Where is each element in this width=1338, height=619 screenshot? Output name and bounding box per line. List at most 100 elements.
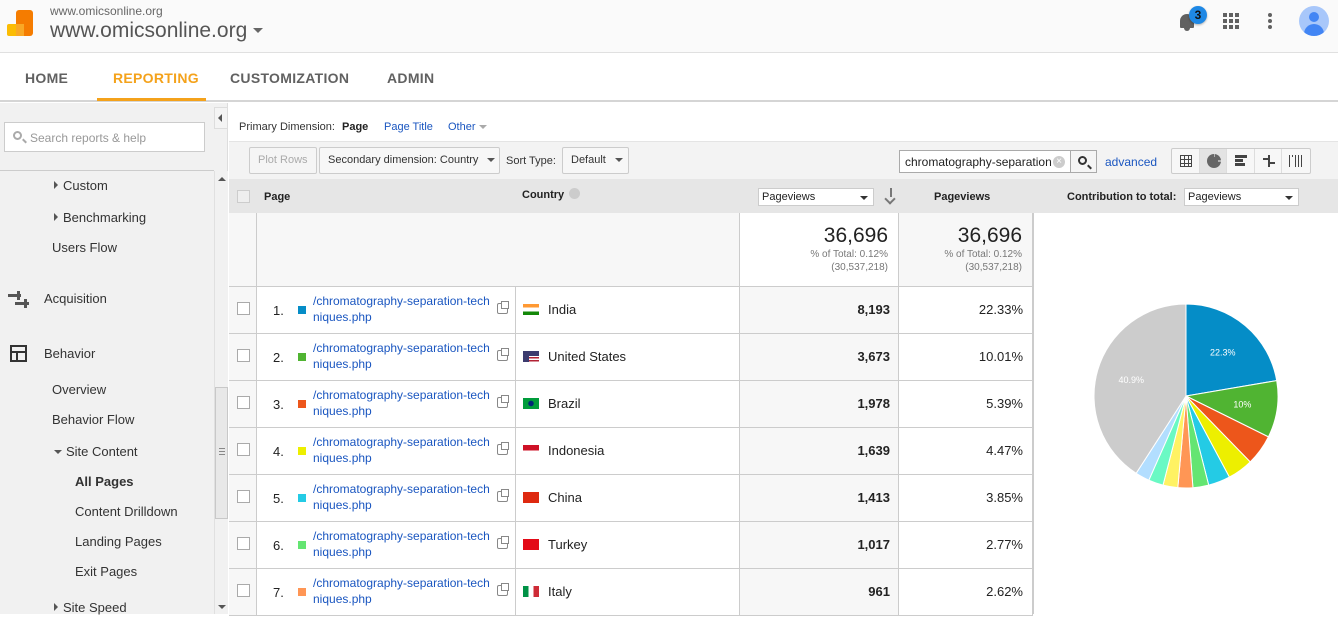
page-link[interactable]: /chromatography-separation-techniques.ph… (313, 481, 493, 513)
scroll-down-icon[interactable] (218, 605, 226, 609)
sidebar-item-overview[interactable]: Overview (52, 382, 106, 397)
comparison-view-button[interactable] (1255, 149, 1283, 173)
metric-select-value: Pageviews (762, 191, 816, 203)
country-name[interactable]: China (548, 490, 582, 505)
country-name[interactable]: United States (548, 349, 626, 364)
column-header-page[interactable]: Page (264, 191, 290, 203)
avatar[interactable] (1299, 6, 1329, 36)
external-link-icon[interactable] (497, 348, 509, 361)
sidebar-scrollbar[interactable] (214, 171, 228, 614)
scrollbar-thumb[interactable] (215, 387, 228, 519)
analytics-logo[interactable] (7, 10, 33, 36)
sidebar-item-all-pages[interactable]: All Pages (75, 474, 134, 489)
remove-dimension-icon[interactable] (569, 188, 581, 199)
sidebar-item-exit-pages[interactable]: Exit Pages (75, 564, 137, 579)
country-name[interactable]: Turkey (548, 537, 587, 552)
row-checkbox[interactable] (237, 443, 250, 456)
filter-search-button[interactable] (1070, 150, 1097, 173)
row-number: 4. (273, 444, 284, 459)
sidebar-item-label: Benchmarking (63, 210, 147, 225)
table-filter-input[interactable]: chromatography-separation × (899, 150, 1097, 173)
metric-select[interactable]: Pageviews (758, 188, 874, 206)
chevron-down-icon (860, 196, 868, 200)
page-link[interactable]: /chromatography-separation-techniques.ph… (313, 293, 493, 325)
row-checkbox[interactable] (237, 537, 250, 550)
apps-grid-icon[interactable] (1223, 13, 1239, 29)
percentage-view-button[interactable] (1199, 149, 1228, 173)
property-selector[interactable]: www.omicsonline.org (50, 19, 247, 43)
secondary-dimension-select[interactable]: Secondary dimension: Country (319, 147, 500, 174)
pivot-view-button[interactable] (1282, 149, 1310, 173)
row-checkbox[interactable] (237, 302, 250, 315)
sidebar-item-behavior-flow[interactable]: Behavior Flow (52, 412, 134, 427)
external-link-icon[interactable] (497, 536, 509, 549)
performance-view-button[interactable] (1227, 149, 1255, 173)
pageviews-value: 1,978 (740, 381, 899, 427)
chevron-down-icon[interactable] (479, 125, 487, 129)
kebab-menu-icon[interactable] (1268, 13, 1272, 29)
row-checkbox-cell (229, 522, 257, 568)
tab-customization[interactable]: CUSTOMIZATION (230, 70, 349, 86)
country-name[interactable]: India (548, 302, 576, 317)
page-link[interactable]: /chromatography-separation-techniques.ph… (313, 528, 493, 560)
external-link-icon[interactable] (497, 301, 509, 314)
contribution-select[interactable]: Pageviews (1184, 188, 1299, 206)
tab-reporting[interactable]: REPORTING (113, 70, 199, 86)
external-link-icon[interactable] (497, 442, 509, 455)
row-number: 2. (273, 350, 284, 365)
country-name[interactable]: Indonesia (548, 443, 604, 458)
row-checkbox[interactable] (237, 396, 250, 409)
tab-home[interactable]: HOME (25, 70, 68, 86)
sort-type-select[interactable]: Default (562, 147, 629, 174)
row-number: 5. (273, 491, 284, 506)
external-link-icon[interactable] (497, 489, 509, 502)
sidebar-item-content-drilldown[interactable]: Content Drilldown (75, 504, 178, 519)
plot-rows-button[interactable]: Plot Rows (249, 147, 317, 174)
caret-right-icon (54, 213, 58, 221)
sort-descending-icon[interactable] (885, 188, 897, 202)
pivot-icon (1289, 155, 1303, 167)
sidebar-item-behavior[interactable]: Behavior (44, 346, 95, 361)
scroll-up-icon[interactable] (218, 177, 226, 181)
pageviews-value: 3,673 (740, 334, 899, 380)
tab-admin[interactable]: ADMIN (387, 70, 434, 86)
column-header-country[interactable]: Country (522, 188, 581, 201)
country-name[interactable]: Brazil (548, 396, 581, 411)
row-checkbox[interactable] (237, 584, 250, 597)
row-checkbox[interactable] (237, 349, 250, 362)
data-view-button[interactable] (1172, 149, 1200, 173)
page-link[interactable]: /chromatography-separation-techniques.ph… (313, 340, 493, 372)
row-checkbox[interactable] (237, 490, 250, 503)
sidebar-item-site-content[interactable]: Site Content (54, 444, 138, 459)
row-number: 3. (273, 397, 284, 412)
primary-dimension-other[interactable]: Other (448, 121, 476, 133)
page-link[interactable]: /chromatography-separation-techniques.ph… (313, 387, 493, 419)
sidebar-item-benchmarking[interactable]: Benchmarking (54, 210, 146, 225)
sidebar-item-custom[interactable]: Custom (54, 178, 108, 193)
pageviews-value: 961 (740, 569, 899, 615)
search-input[interactable]: Search reports & help (4, 122, 205, 152)
notification-badge[interactable]: 3 (1189, 6, 1207, 24)
sidebar-item-acquisition[interactable]: Acquisition (44, 291, 107, 306)
table-row: 4. /chromatography-separation-techniques.… (229, 428, 1033, 475)
summary-total: 36,696 (823, 224, 888, 247)
contribution-pct: 2.77% (899, 522, 1033, 568)
clear-filter-icon[interactable]: × (1053, 156, 1065, 168)
primary-dimension-page[interactable]: Page (342, 121, 368, 133)
country-name[interactable]: Italy (548, 584, 572, 599)
chevron-down-icon[interactable] (253, 28, 263, 33)
sidebar-item-landing-pages[interactable]: Landing Pages (75, 534, 162, 549)
sidebar-item-users-flow[interactable]: Users Flow (52, 240, 117, 255)
column-header-pageviews[interactable]: Pageviews (934, 191, 990, 203)
page-link[interactable]: /chromatography-separation-techniques.ph… (313, 434, 493, 466)
external-link-icon[interactable] (497, 583, 509, 596)
sidebar-item-site-speed[interactable]: Site Speed (54, 600, 127, 615)
page-link[interactable]: /chromatography-separation-techniques.ph… (313, 575, 493, 607)
contribution-pct: 10.01% (899, 334, 1033, 380)
select-all-checkbox[interactable] (237, 190, 250, 203)
collapse-sidebar-button[interactable] (214, 107, 228, 129)
series-color-swatch (298, 588, 306, 596)
advanced-filter-link[interactable]: advanced (1105, 155, 1157, 169)
external-link-icon[interactable] (497, 395, 509, 408)
primary-dimension-page-title[interactable]: Page Title (384, 121, 433, 133)
